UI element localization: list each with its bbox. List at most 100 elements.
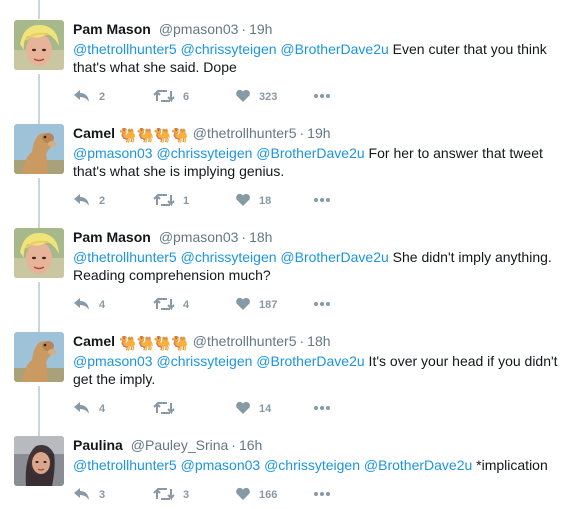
tweet[interactable]: Pam Mason @pmason03 · 19h @thetrollhunter5 …	[0, 20, 580, 120]
tweet[interactable]: Paulina @Pauley_Srina · 16h @thetrollhunter…	[0, 436, 580, 509]
retweet-icon	[153, 193, 175, 207]
display-name[interactable]: Camel	[73, 125, 115, 141]
like-count: 14	[259, 403, 272, 415]
retweet-count: 6	[183, 91, 190, 103]
time-separator: ·	[231, 437, 236, 453]
tweet-header: Pam Mason @pmason03 · 18h	[73, 228, 272, 246]
more-button[interactable]	[313, 192, 331, 208]
avatar[interactable]	[14, 436, 64, 486]
tweet-header: Paulina @Pauley_Srina · 16h	[73, 436, 262, 454]
retweet-button[interactable]: 4	[153, 296, 189, 312]
tweet-text: @pmason03 @chrissyteigen @BrotherDave2u …	[73, 144, 568, 180]
tweet-text: @thetrollhunter5 @chrissyteigen @Brother…	[73, 248, 568, 284]
heart-icon	[236, 193, 250, 206]
tweet[interactable]: Camel 🐫🐫🐫🐫 @thetrollhunter5 · 19h @pmason03 …	[0, 124, 580, 224]
like-button[interactable]: 187	[235, 296, 277, 312]
tweet-text: @pmason03 @chrissyteigen @BrotherDave2u …	[73, 352, 568, 388]
heart-icon	[236, 297, 250, 310]
reply-button[interactable]: 4	[73, 296, 105, 312]
avatar[interactable]	[14, 332, 64, 382]
reply-count: 3	[99, 489, 106, 501]
thread-connector	[38, 0, 40, 19]
retweet-icon	[153, 297, 175, 311]
like-count: 166	[259, 489, 278, 501]
retweet-icon	[153, 401, 175, 415]
tweet-header: Camel 🐫🐫🐫🐫 @thetrollhunter5 · 19h	[73, 124, 331, 144]
like-button[interactable]: 14	[235, 400, 271, 416]
tweet-text: @thetrollhunter5 @chrissyteigen @Brother…	[73, 40, 568, 76]
more-icon	[314, 198, 330, 202]
time-separator: ·	[241, 21, 247, 37]
like-count: 187	[259, 299, 278, 311]
more-button[interactable]	[313, 486, 331, 502]
timestamp[interactable]: 19h	[249, 21, 272, 37]
tweet[interactable]: Camel 🐫🐫🐫🐫 @thetrollhunter5 · 18h @pmason03 …	[0, 332, 580, 432]
reply-count: 4	[99, 299, 106, 311]
reply-icon	[74, 402, 89, 414]
more-icon	[314, 492, 330, 496]
reply-icon	[74, 90, 89, 102]
display-name[interactable]: Camel	[73, 333, 115, 349]
mention-links[interactable]: @pmason03 @chrissyteigen @BrotherDave2u	[73, 145, 365, 161]
avatar[interactable]	[14, 124, 64, 174]
tweet-header: Pam Mason @pmason03 · 19h	[73, 20, 272, 38]
reply-icon	[74, 488, 89, 500]
retweet-button[interactable]	[153, 400, 183, 416]
like-count: 18	[259, 195, 272, 207]
name-emoji: 🐫🐫🐫🐫	[119, 127, 189, 143]
more-icon	[314, 94, 330, 98]
reply-count: 4	[99, 403, 106, 415]
mention-links[interactable]: @pmason03 @chrissyteigen @BrotherDave2u	[73, 353, 365, 369]
timestamp[interactable]: 16h	[239, 437, 262, 453]
display-name[interactable]: Paulina	[73, 437, 123, 453]
heart-icon	[236, 487, 250, 500]
reply-icon	[74, 194, 89, 206]
like-button[interactable]: 18	[235, 192, 271, 208]
reply-button[interactable]: 2	[73, 192, 105, 208]
avatar[interactable]	[14, 20, 64, 70]
retweet-count: 1	[183, 195, 190, 207]
more-button[interactable]	[313, 296, 331, 312]
retweet-count: 4	[183, 299, 190, 311]
like-count: 323	[259, 91, 278, 103]
retweet-button[interactable]: 1	[153, 192, 189, 208]
reply-button[interactable]: 3	[73, 486, 105, 502]
tweet[interactable]: Pam Mason @pmason03 · 18h @thetrollhunter5 …	[0, 228, 580, 328]
like-button[interactable]: 323	[235, 88, 277, 104]
retweet-icon	[153, 487, 175, 501]
reply-button[interactable]: 2	[73, 88, 105, 104]
retweet-button[interactable]: 3	[153, 486, 189, 502]
mention-links[interactable]: @thetrollhunter5 @pmason03 @chrissyteige…	[73, 457, 472, 473]
timestamp[interactable]: 19h	[307, 125, 330, 141]
tweet-header: Camel 🐫🐫🐫🐫 @thetrollhunter5 · 18h	[73, 332, 331, 352]
username[interactable]: @Pauley_Srina	[131, 437, 229, 453]
username[interactable]: @pmason03	[159, 229, 239, 245]
display-name[interactable]: Pam Mason	[73, 21, 151, 37]
time-separator: ·	[299, 125, 305, 141]
retweet-icon	[153, 89, 175, 103]
reply-count: 2	[99, 195, 106, 207]
mention-links[interactable]: @thetrollhunter5 @chrissyteigen @Brother…	[73, 41, 389, 57]
name-emoji: 🐫🐫🐫🐫	[119, 335, 189, 351]
more-icon	[314, 406, 330, 410]
reply-count: 2	[99, 91, 106, 103]
tweet-text: @thetrollhunter5 @pmason03 @chrissyteige…	[73, 456, 568, 474]
like-button[interactable]: 166	[235, 486, 277, 502]
mention-links[interactable]: @thetrollhunter5 @chrissyteigen @Brother…	[73, 249, 389, 265]
avatar[interactable]	[14, 228, 64, 278]
display-name[interactable]: Pam Mason	[73, 229, 151, 245]
reply-button[interactable]: 4	[73, 400, 105, 416]
more-button[interactable]	[313, 400, 331, 416]
username[interactable]: @thetrollhunter5	[193, 333, 297, 349]
more-icon	[314, 302, 330, 306]
username[interactable]: @pmason03	[159, 21, 239, 37]
heart-icon	[236, 401, 250, 414]
reply-icon	[74, 298, 89, 310]
retweet-count: 3	[183, 489, 190, 501]
timestamp[interactable]: 18h	[249, 229, 272, 245]
retweet-button[interactable]: 6	[153, 88, 189, 104]
timestamp[interactable]: 18h	[307, 333, 330, 349]
tweet-body: *implication	[472, 457, 548, 473]
username[interactable]: @thetrollhunter5	[193, 125, 297, 141]
more-button[interactable]	[313, 88, 331, 104]
